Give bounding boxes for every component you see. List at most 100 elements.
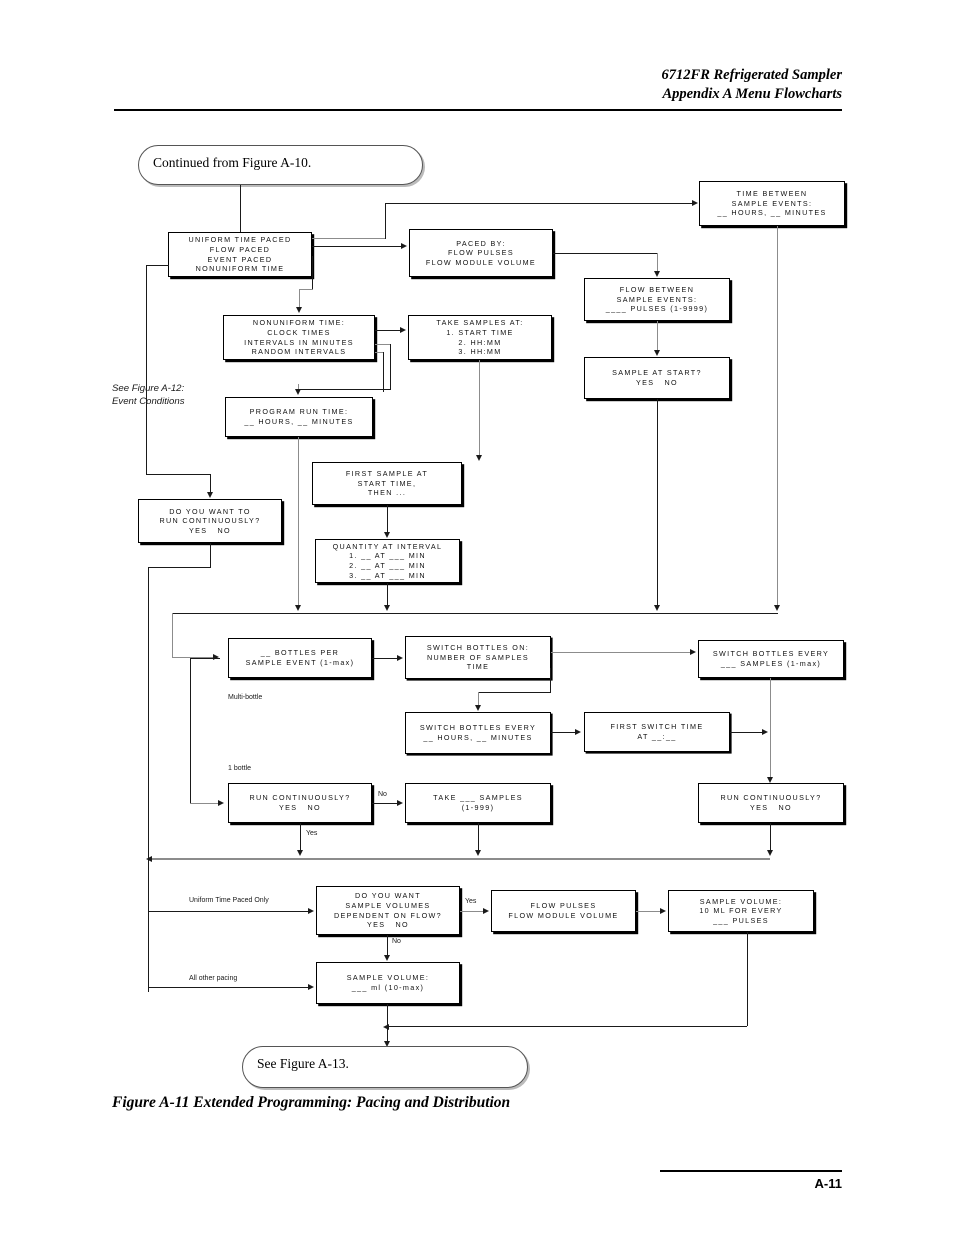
arrow-dep-yes <box>483 908 489 914</box>
document-page: 6712FR Refrigerated Sampler Appendix A M… <box>0 0 954 1235</box>
connector-pacing-to-pacedby <box>312 246 403 247</box>
box-switch-bottles-every-time: SWITCH BOTTLES EVERY __ HOURS, __ MINUTE… <box>405 712 551 754</box>
connector-flowbetween-to-sampleatstart <box>657 321 658 351</box>
page-header: 6712FR Refrigerated Sampler Appendix A M… <box>662 66 842 104</box>
arrow-takesamples-bus <box>475 850 481 856</box>
annotation-yes-1: Yes <box>306 830 318 837</box>
box-nonuniform-time-text: NONUNIFORM TIME: CLOCK TIMES INTERVALS I… <box>244 318 354 357</box>
box-flow-pulses-module-volume-text: FLOW PULSES FLOW MODULE VOLUME <box>508 901 619 920</box>
connector-firstsample-to-quantity <box>387 505 388 532</box>
annotation-multi-bottle: Multi-bottle <box>228 694 263 701</box>
arrow-into-nonuniform <box>296 307 302 313</box>
bus-upper <box>172 613 778 614</box>
arrow-pacing-to-pacedby <box>401 243 407 249</box>
box-sample-volume-flow-text: SAMPLE VOLUME: 10 ML FOR EVERY ___ PULSE… <box>699 896 783 925</box>
terminator-end: See Figure A-13. <box>242 1046 528 1088</box>
connector-into-nonuniform <box>299 289 300 307</box>
connector-pacedby-right <box>553 253 657 254</box>
box-time-between-text: TIME BETWEEN SAMPLE EVENTS: __ HOURS, __… <box>717 189 827 218</box>
connector-pacedby-down <box>657 253 658 271</box>
box-flow-between-text: FLOW BETWEEN SAMPLE EVENTS: ____ PULSES … <box>605 285 709 314</box>
box-nonuniform-time: NONUNIFORM TIME: CLOCK TIMES INTERVALS I… <box>223 315 375 360</box>
arrow-rail-to-run-continuously-left <box>218 800 224 806</box>
annotation-see-figure-a12: See Figure A-12: Event Conditions <box>112 383 185 407</box>
arrow-bottles-to-switchon <box>397 655 403 661</box>
box-bottles-per-sample-event: __ BOTTLES PER SAMPLE EVENT (1-max) <box>228 638 372 678</box>
box-take-samples-at-text: TAKE SAMPLES AT: 1. START TIME 2. HH:MM … <box>436 318 524 357</box>
box-run-continuously-top: DO YOU WANT TO RUN CONTINUOUSLY? YES NO <box>138 499 282 543</box>
connector-pacing-left-v <box>146 265 147 474</box>
annotation-all-other-pacing: All other pacing <box>189 975 238 982</box>
box-volumes-dependent-on-flow: DO YOU WANT SAMPLE VOLUMES DEPENDENT ON … <box>316 886 460 935</box>
connector-bottles-to-switchon <box>372 658 399 659</box>
header-line-2: Appendix A Menu Flowcharts <box>662 86 842 102</box>
connector-dep-no <box>387 935 388 955</box>
header-rule <box>114 109 842 111</box>
box-take-samples: TAKE ___ SAMPLES (1-999) <box>405 783 551 823</box>
annotation-no-1: No <box>378 791 387 798</box>
connector-firstswitch-right <box>730 732 764 733</box>
arrow-uniform-only <box>308 908 314 914</box>
connector-pacing-top-h <box>312 238 385 239</box>
arrow-runcont-to-takesamples <box>397 800 403 806</box>
box-switch-bottles-on: SWITCH BOTTLES ON: NUMBER OF SAMPLES TIM… <box>405 636 551 679</box>
bus-upper-left-drop <box>172 613 173 657</box>
connector-switchon-down-v2 <box>478 692 479 705</box>
arrow-sampleatstart-bus <box>654 605 660 611</box>
arrow-timebetween-bus <box>774 605 780 611</box>
box-sample-volume-ml: SAMPLE VOLUME: ___ ml (10-max) <box>316 962 460 1004</box>
arrow-into-first-sample-at <box>476 455 482 461</box>
connector-nonuniform-r1 <box>375 344 390 345</box>
box-program-run-time-text: PROGRAM RUN TIME: __ HOURS, __ MINUTES <box>244 407 354 426</box>
connector-into-end <box>387 1026 388 1042</box>
connector-all-other-pacing <box>148 987 310 988</box>
arrow-into-sample-at-start <box>654 350 660 356</box>
box-run-continuously-right-text: RUN CONTINUOUSLY? YES NO <box>720 793 822 812</box>
connector-dep-yes <box>460 911 485 912</box>
arrow-dep-no <box>384 955 390 961</box>
arrow-switchon-to-everysamples <box>690 649 696 655</box>
box-sample-volume-flow: SAMPLE VOLUME: 10 ML FOR EVERY ___ PULSE… <box>668 890 814 932</box>
terminator-start-label: Continued from Figure A-10. <box>153 155 312 170</box>
connector-nonuniform-r1-v <box>390 344 391 389</box>
arrow-bus-to-bottles <box>213 654 219 660</box>
connector-sampleatstart-to-bus <box>657 399 658 606</box>
arrow-join-end <box>383 1024 389 1030</box>
box-take-samples-text: TAKE ___ SAMPLES (1-999) <box>433 793 523 812</box>
box-first-switch-time: FIRST SWITCH TIME AT __:__ <box>584 712 730 752</box>
box-pacing-modes: UNIFORM TIME PACED FLOW PACED EVENT PACE… <box>168 232 312 277</box>
box-first-sample-at-text: FIRST SAMPLE AT START TIME, THEN ... <box>345 469 429 498</box>
connector-runcont-top-v2 <box>148 567 149 992</box>
connector-programrun-to-bus <box>298 437 299 606</box>
connector-pacing-left-h <box>146 265 169 266</box>
connector-runcont-top-down <box>210 543 211 567</box>
box-first-sample-at: FIRST SAMPLE AT START TIME, THEN ... <box>312 462 462 505</box>
box-paced-by-text: PACED BY: FLOW PULSES FLOW MODULE VOLUME <box>425 238 537 267</box>
footer-rule <box>660 1170 842 1172</box>
connector-takesamples-down <box>479 360 480 455</box>
arrow-nonuniform-to-takesamples <box>400 327 406 333</box>
box-quantity-at-interval-text: QUANTITY AT INTERVAL 1. __ AT ___ MIN 2.… <box>332 541 443 580</box>
box-bottles-per-sample-event-text: __ BOTTLES PER SAMPLE EVENT (1-max) <box>245 648 355 667</box>
bus-lower <box>152 858 770 860</box>
connector-takesamples-to-bus <box>478 823 479 851</box>
box-take-samples-at: TAKE SAMPLES AT: 1. START TIME 2. HH:MM … <box>408 315 552 360</box>
annotation-uniform-time-paced-only: Uniform Time Paced Only <box>189 897 269 904</box>
connector-runcont-top-left <box>148 567 211 568</box>
box-program-run-time: PROGRAM RUN TIME: __ HOURS, __ MINUTES <box>225 397 373 437</box>
footer-page-number: A-11 <box>814 1176 842 1191</box>
terminator-end-label: See Figure A-13. <box>257 1056 349 1071</box>
arrow-quantity-bus <box>384 605 390 611</box>
connector-nonuniform-r2 <box>375 352 383 353</box>
box-run-continuously-left: RUN CONTINUOUSLY? YES NO <box>228 783 372 823</box>
box-switch-bottles-every-time-text: SWITCH BOTTLES EVERY __ HOURS, __ MINUTE… <box>419 723 537 742</box>
box-quantity-at-interval: QUANTITY AT INTERVAL 1. __ AT ___ MIN 2.… <box>315 539 460 583</box>
connector-nonuniform-r2-v <box>383 352 384 392</box>
box-switch-bottles-on-text: SWITCH BOTTLES ON: NUMBER OF SAMPLES TIM… <box>426 643 530 672</box>
figure-caption: Figure A-11 Extended Programming: Pacing… <box>112 1094 511 1111</box>
annotation-1-bottle: 1 bottle <box>228 765 251 772</box>
connector-to-time-between <box>385 203 693 204</box>
arrow-runcont-yes-bus <box>297 850 303 856</box>
box-flow-pulses-module-volume: FLOW PULSES FLOW MODULE VOLUME <box>491 890 636 932</box>
box-pacing-modes-text: UNIFORM TIME PACED FLOW PACED EVENT PACE… <box>188 235 292 274</box>
